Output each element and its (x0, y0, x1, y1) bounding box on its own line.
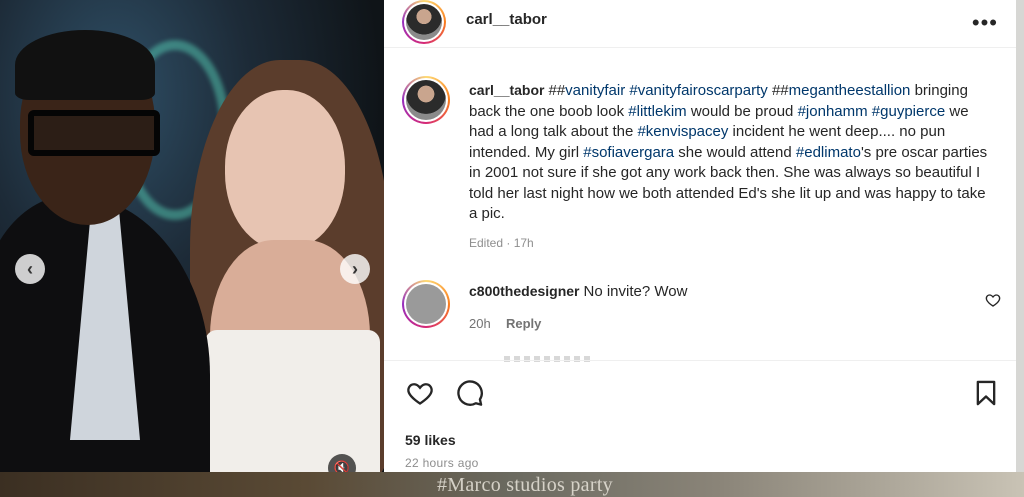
commenter-avatar[interactable] (402, 280, 450, 328)
post-caption: carl__tabor ##vanityfair #vanityfairoscar… (469, 80, 994, 225)
comment-body: c800thedesigner No invite? Wow (469, 283, 687, 300)
comment-text: No invite? Wow (583, 283, 688, 300)
caption-text: ## (548, 82, 566, 99)
author-username[interactable]: carl__tabor (466, 11, 547, 28)
comment-like-icon[interactable] (985, 292, 1001, 308)
post-panel: carl__tabor ••• carl__tabor ##vanityfair … (384, 0, 1016, 472)
hashtag-link[interactable]: #edlimato (796, 144, 861, 161)
background-overlay-text: #Marco studios party (437, 474, 613, 496)
caption-text: ## (767, 82, 789, 99)
like-heart-icon[interactable] (406, 379, 434, 407)
edited-timestamp: Edited · 17h (469, 236, 534, 250)
hashtag-link[interactable]: #jonhamm (798, 103, 868, 120)
hashtag-link[interactable]: #guypierce (872, 103, 945, 120)
next-image-button[interactable]: › (340, 254, 370, 284)
reply-button[interactable]: Reply (506, 316, 541, 331)
posted-time[interactable]: 22 hours ago (405, 456, 479, 470)
post-header: carl__tabor ••• (384, 0, 1016, 48)
caption-avatar[interactable] (402, 76, 450, 124)
author-avatar[interactable] (402, 0, 446, 44)
hashtag-link[interactable]: #littlekim (628, 103, 686, 120)
previous-image-button[interactable]: ‹ (15, 254, 45, 284)
post-media[interactable]: ‹ › 🔇 (0, 0, 384, 472)
hashtag-link[interactable]: #kenvispacey (637, 123, 728, 140)
hashtag-link[interactable]: #sofiavergara (583, 144, 674, 161)
comment-time: 20h (469, 316, 491, 331)
commenter-username[interactable]: c800thedesigner (469, 283, 580, 299)
caption-text: would be proud (686, 102, 798, 120)
caption-text: she would attend (674, 143, 796, 161)
likes-count[interactable]: 59 likes (405, 432, 456, 448)
action-bar: 59 likes 22 hours ago (384, 360, 1016, 473)
side-backdrop (1016, 0, 1024, 472)
more-options-icon[interactable]: ••• (972, 10, 998, 36)
hashtag-link[interactable]: #vanityfairoscarparty (629, 82, 767, 99)
comment-bubble-icon[interactable] (456, 379, 484, 407)
save-bookmark-icon[interactable] (972, 379, 1000, 407)
hashtag-link[interactable]: megantheestallion (789, 82, 911, 99)
caption-username[interactable]: carl__tabor (469, 82, 544, 98)
hashtag-link[interactable]: vanityfair (565, 82, 625, 99)
